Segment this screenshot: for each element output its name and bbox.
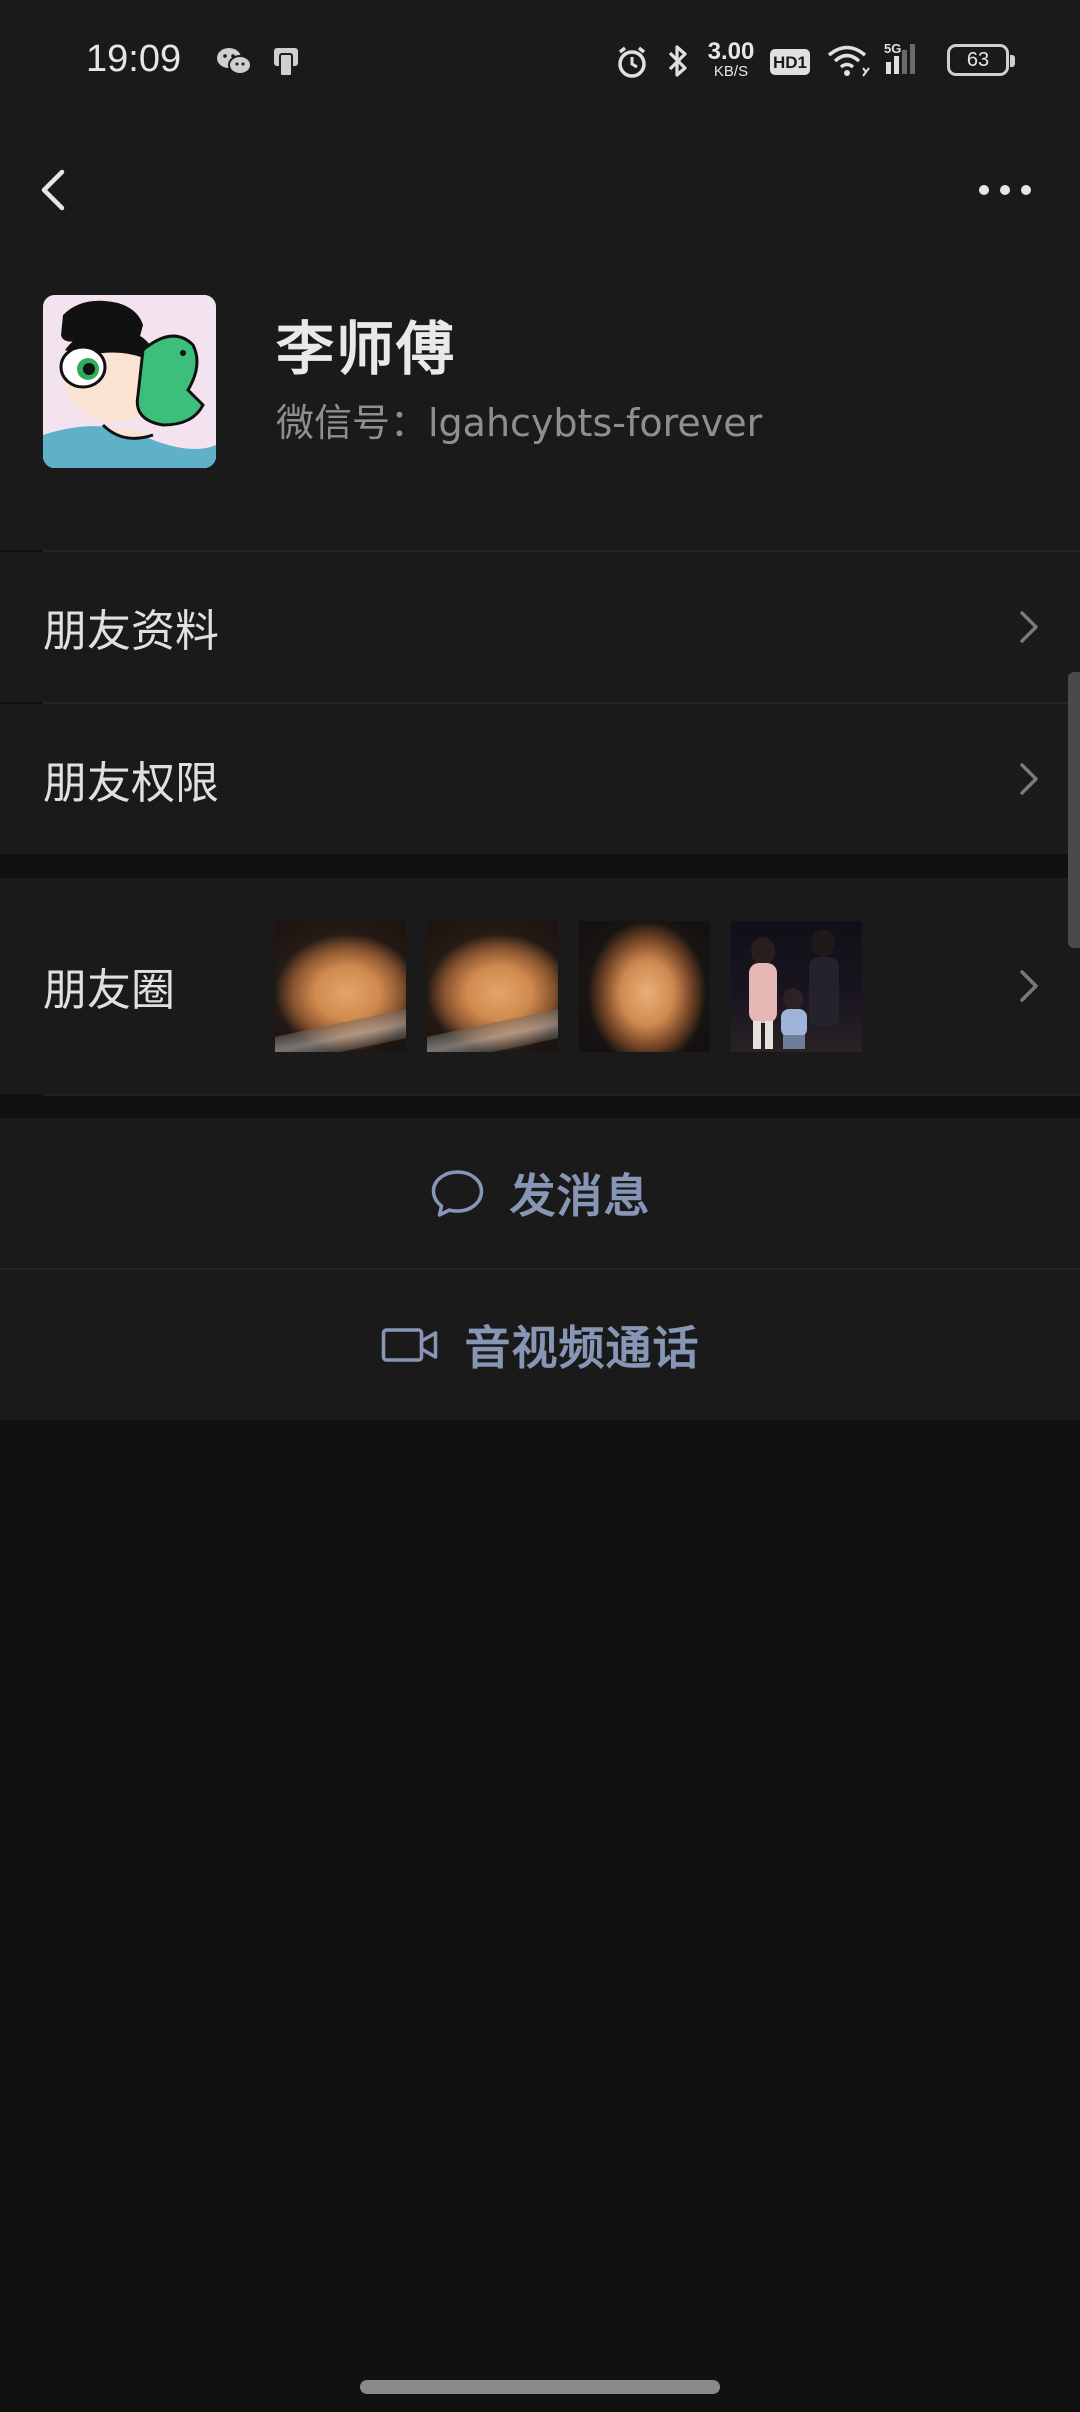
menu-item-friend-profile[interactable]: 朋友资料 <box>0 552 1080 702</box>
bluetooth-icon <box>668 45 687 77</box>
avatar-illustration <box>43 295 216 468</box>
moments-thumbnail <box>579 921 710 1052</box>
wechat-icon <box>217 48 252 75</box>
status-bar: 19:09 3.00 KB/S HD1 5G 63 <box>0 0 1080 120</box>
moments-thumbnail <box>275 921 406 1052</box>
top-navigation <box>0 120 1080 260</box>
video-camera-icon <box>381 1328 438 1362</box>
hd-badge-icon: HD1 <box>770 49 810 75</box>
alarm-icon <box>618 46 646 78</box>
wechat-id: 微信号：lgahcybts-forever <box>276 401 763 445</box>
moments-row[interactable]: 朋友圈 <box>0 878 1080 1094</box>
moments-thumbnail <box>427 921 558 1052</box>
chevron-right-icon <box>1020 970 1038 1002</box>
menu-item-label: 朋友权限 <box>43 758 219 809</box>
people-photo <box>749 929 839 1049</box>
home-indicator[interactable] <box>360 2380 720 2394</box>
signal-icon: 5G <box>884 41 915 74</box>
notification-phone-icon <box>274 48 298 77</box>
moments-thumbnail <box>731 921 862 1052</box>
chat-bubble-icon <box>431 1170 484 1217</box>
network-speed: 3.00 KB/S <box>707 38 755 80</box>
more-dots-icon[interactable] <box>970 170 1040 210</box>
contact-name: 李师傅 <box>276 315 457 383</box>
menu-item-friend-permissions[interactable]: 朋友权限 <box>0 704 1080 854</box>
moments-label: 朋友圈 <box>43 965 175 1016</box>
av-call-label: 音视频通话 <box>464 1321 700 1375</box>
svg-text:HD1: HD1 <box>773 53 807 72</box>
divider <box>43 1094 1080 1096</box>
back-icon[interactable] <box>30 158 80 222</box>
scroll-indicator[interactable] <box>1068 672 1080 948</box>
av-call-button[interactable]: 音视频通话 <box>0 1270 1080 1420</box>
battery-icon: 63 <box>947 44 1015 76</box>
avatar[interactable] <box>43 295 216 468</box>
wifi-icon <box>827 45 870 77</box>
send-message-button[interactable]: 发消息 <box>0 1118 1080 1268</box>
chevron-right-icon <box>1020 763 1038 795</box>
profile-header: 李师傅 微信号：lgahcybts-forever <box>0 260 1080 550</box>
chevron-right-icon <box>1020 611 1038 643</box>
status-time: 19:09 <box>86 38 182 80</box>
svg-text:5G: 5G <box>884 41 901 56</box>
send-message-label: 发消息 <box>509 1169 651 1223</box>
menu-item-label: 朋友资料 <box>43 606 219 657</box>
